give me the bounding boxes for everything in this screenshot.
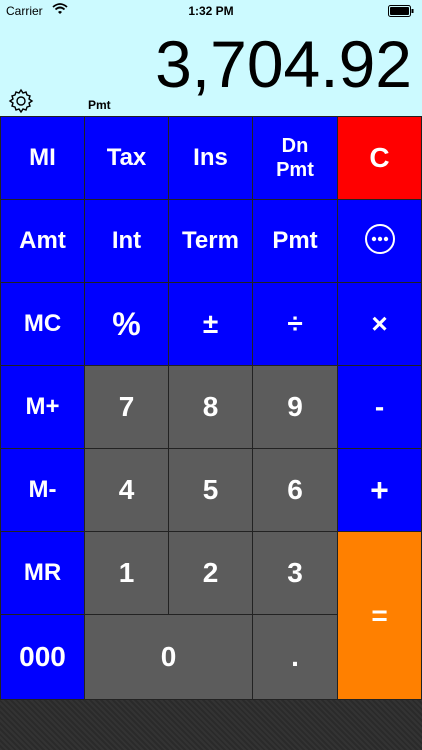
clear-button[interactable]: C bbox=[337, 116, 422, 200]
more-button[interactable] bbox=[337, 199, 422, 283]
four-button[interactable]: 4 bbox=[84, 448, 169, 532]
one-button[interactable]: 1 bbox=[84, 531, 169, 615]
calculator-display: 3,704.92 Pmt bbox=[0, 22, 422, 116]
pmt-button[interactable]: Pmt bbox=[252, 199, 338, 283]
nine-button[interactable]: 9 bbox=[252, 365, 338, 449]
three-button[interactable]: 3 bbox=[252, 531, 338, 615]
six-button[interactable]: 6 bbox=[252, 448, 338, 532]
two-button[interactable]: 2 bbox=[168, 531, 253, 615]
dn-pmt-button[interactable]: Dn Pmt bbox=[252, 116, 338, 200]
percent-button[interactable]: % bbox=[84, 282, 169, 366]
plus-minus-button[interactable]: ± bbox=[168, 282, 253, 366]
mplus-button[interactable]: M+ bbox=[0, 365, 85, 449]
bottom-bar bbox=[0, 700, 422, 750]
mc-button[interactable]: MC bbox=[0, 282, 85, 366]
mr-button[interactable]: MR bbox=[0, 531, 85, 615]
dn-pmt-line2: Pmt bbox=[276, 159, 314, 181]
mminus-button[interactable]: M- bbox=[0, 448, 85, 532]
keypad: MI Tax Ins Dn Pmt C Amt Int Term Pmt MC … bbox=[0, 116, 422, 700]
zero-button[interactable]: 0 bbox=[84, 614, 253, 700]
decimal-button[interactable]: . bbox=[252, 614, 338, 700]
term-button[interactable]: Term bbox=[168, 199, 253, 283]
tax-button[interactable]: Tax bbox=[84, 116, 169, 200]
multiply-button[interactable]: × bbox=[337, 282, 422, 366]
battery-icon bbox=[388, 5, 414, 20]
divide-button[interactable]: ÷ bbox=[252, 282, 338, 366]
amt-button[interactable]: Amt bbox=[0, 199, 85, 283]
triple-zero-button[interactable]: 000 bbox=[0, 614, 85, 700]
plus-button[interactable]: + bbox=[337, 448, 422, 532]
dn-pmt-line1: Dn bbox=[281, 135, 309, 157]
gear-icon[interactable] bbox=[8, 88, 34, 119]
minus-button[interactable]: - bbox=[337, 365, 422, 449]
mi-button[interactable]: MI bbox=[0, 116, 85, 200]
display-value: 3,704.92 bbox=[155, 27, 412, 101]
status-time: 1:32 PM bbox=[188, 4, 234, 18]
five-button[interactable]: 5 bbox=[168, 448, 253, 532]
mode-label: Pmt bbox=[88, 98, 111, 112]
seven-button[interactable]: 7 bbox=[84, 365, 169, 449]
int-button[interactable]: Int bbox=[84, 199, 169, 283]
ins-button[interactable]: Ins bbox=[168, 116, 253, 200]
status-bar: Carrier 1:32 PM bbox=[0, 0, 422, 22]
equals-button[interactable]: = bbox=[337, 531, 422, 700]
eight-button[interactable]: 8 bbox=[168, 365, 253, 449]
more-icon bbox=[364, 223, 396, 260]
